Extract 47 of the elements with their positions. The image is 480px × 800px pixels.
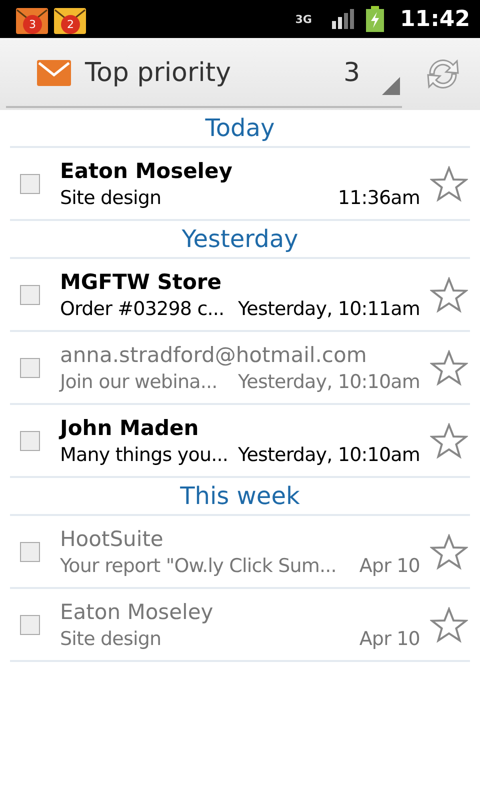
timestamp: Apr 10 xyxy=(359,554,420,576)
subject: Join our webina... xyxy=(60,370,218,392)
timestamp: Apr 10 xyxy=(359,628,420,650)
message-row[interactable]: MGFTW Store Order #03298 c... Yesterday, 10:11am xyxy=(10,259,470,332)
subject: Your report "Ow.ly Click Sum... xyxy=(60,554,338,576)
dropdown-icon xyxy=(382,77,400,95)
message-row[interactable]: anna.stradford@hotmail.com Join our webina... Yesterday, 10:10am xyxy=(10,332,470,405)
unread-count: 3 xyxy=(343,58,360,88)
checkbox[interactable] xyxy=(20,174,40,194)
envelope-icon xyxy=(37,60,71,86)
sender-name: John Maden xyxy=(60,416,200,440)
section-header: Yesterday xyxy=(10,221,470,259)
checkbox[interactable] xyxy=(20,358,40,378)
star-icon[interactable] xyxy=(430,276,468,312)
subject: Site design xyxy=(60,186,162,208)
checkbox[interactable] xyxy=(20,284,40,304)
star-icon[interactable] xyxy=(430,606,468,642)
sender-name: Eaton Moseley xyxy=(60,158,234,182)
star-icon[interactable] xyxy=(430,166,468,202)
checkbox[interactable] xyxy=(20,430,40,450)
timestamp: Yesterday, 10:10am xyxy=(238,444,420,466)
subject: Site design xyxy=(60,628,162,650)
subject: Order #03298 c... xyxy=(60,298,226,320)
timestamp: Yesterday, 10:10am xyxy=(238,370,420,392)
checkbox[interactable] xyxy=(20,614,40,634)
section-header: Today xyxy=(10,110,470,148)
sender-name: anna.stradford@hotmail.com xyxy=(60,342,368,366)
clock: 11:42 xyxy=(400,6,470,32)
mailbox-label: Top priority xyxy=(85,58,232,88)
star-icon[interactable] xyxy=(430,350,468,386)
star-icon[interactable] xyxy=(430,534,468,570)
message-row[interactable]: Eaton Moseley Site design 11:36am xyxy=(10,148,470,221)
subject: Many things you... xyxy=(60,444,228,466)
sender-name: HootSuite xyxy=(60,526,164,550)
message-row[interactable]: HootSuite Your report "Ow.ly Click Sum... Apr 10 xyxy=(10,516,470,589)
network-type: 3G xyxy=(295,12,312,26)
message-row[interactable]: Eaton Moseley Site design Apr 10 xyxy=(10,589,470,662)
checkbox[interactable] xyxy=(20,542,40,562)
message-row[interactable]: John Maden Many things you... Yesterday, 10:10am xyxy=(10,405,470,478)
sender-name: MGFTW Store xyxy=(60,270,222,294)
signal-icon xyxy=(332,9,356,29)
section-header: This week xyxy=(10,478,470,516)
timestamp: Yesterday, 10:11am xyxy=(238,298,420,320)
star-icon[interactable] xyxy=(430,422,468,458)
sender-name: Eaton Moseley xyxy=(60,600,214,624)
timestamp: 11:36am xyxy=(338,186,420,208)
battery-icon xyxy=(366,6,384,32)
